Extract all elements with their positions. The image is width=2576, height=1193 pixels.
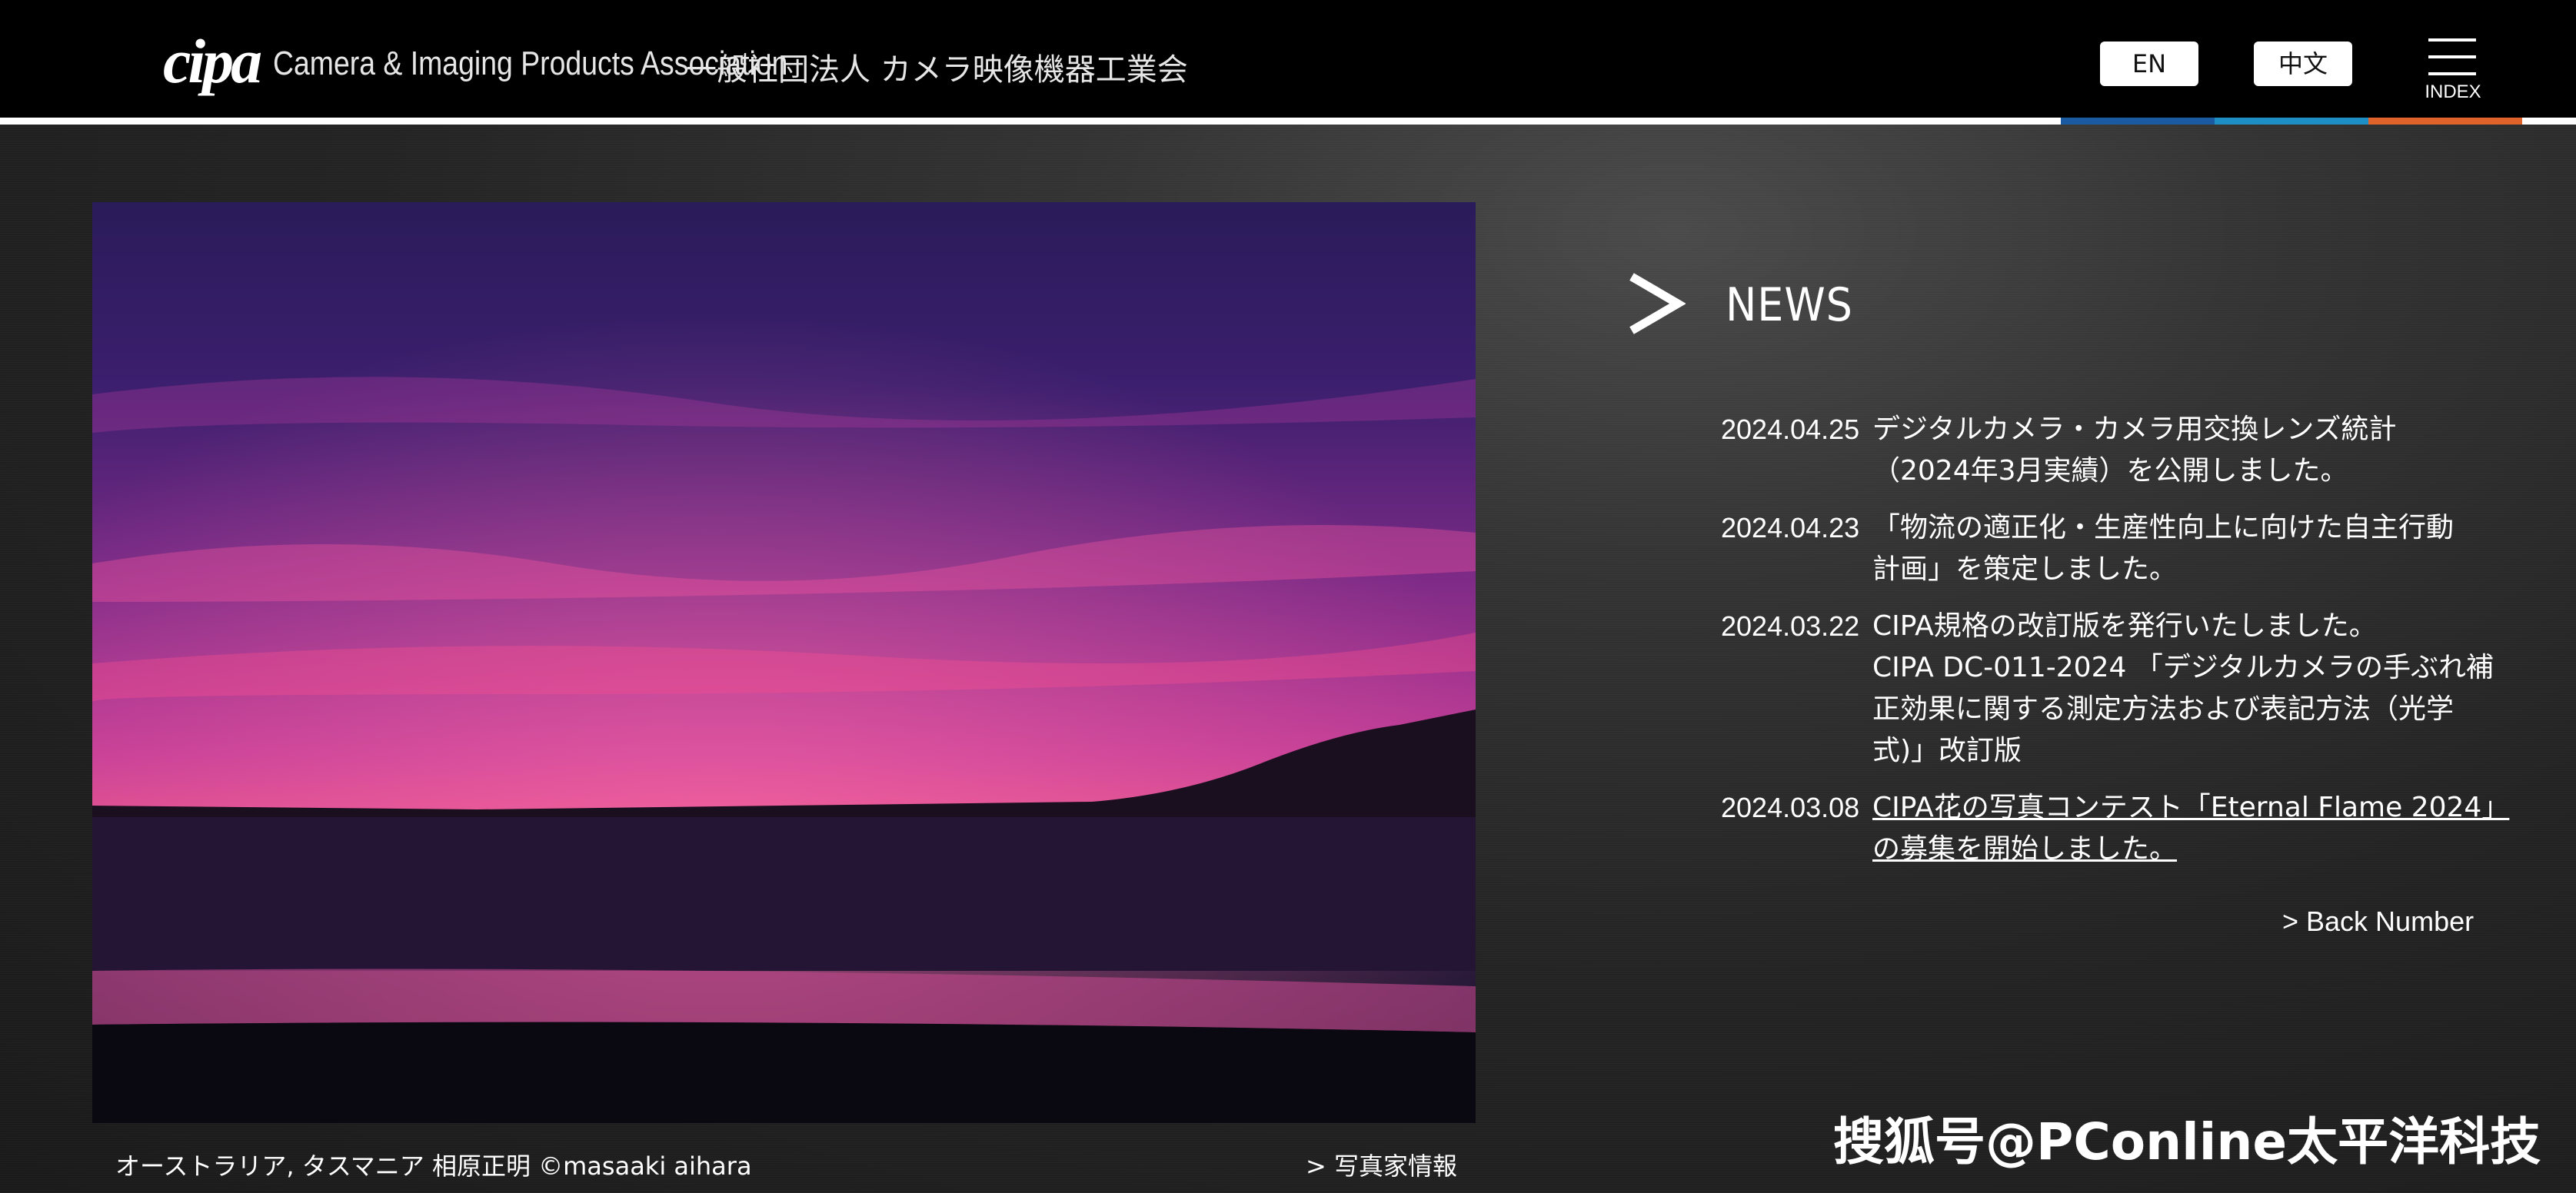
cipa-logo[interactable]: cipa xyxy=(163,23,262,100)
news-link[interactable]: CIPA花の写真コンテスト「Eternal Flame 2024」 の募集を開始… xyxy=(1872,787,2509,870)
news-text: 「物流の適正化・生産性向上に向けた自主行動 計画」を策定しました。 xyxy=(1872,507,2488,590)
site-header: cipa Camera & Imaging Products Associati… xyxy=(0,0,2576,119)
news-text: CIPA規格の改訂版を発行いたしました。 CIPA DC-011-2024 「デ… xyxy=(1872,606,2494,772)
lang-button-zh[interactable]: 中文 xyxy=(2254,42,2352,86)
news-date: 2024.03.22 xyxy=(1721,610,1860,642)
news-text-line: デジタルカメラ・カメラ用交換レンズ統計 xyxy=(1872,414,2397,445)
news-text-line: 計画」を策定しました。 xyxy=(1872,553,2178,585)
menu-label[interactable]: INDEX xyxy=(2422,81,2484,103)
news-date: 2024.04.23 xyxy=(1721,512,1860,543)
watermark-text: 搜狐号@PConline太平洋科技 xyxy=(1833,1112,2541,1171)
news-text-line: 正効果に関する測定方法および表記方法（光学 xyxy=(1872,693,2455,725)
back-number-link[interactable]: > Back Number xyxy=(2282,906,2474,938)
news-text: デジタルカメラ・カメラ用交換レンズ統計 （2024年3月実績）を公開しました。 xyxy=(1872,409,2488,492)
news-date: 2024.03.08 xyxy=(1721,792,1860,823)
accent-bar-blue xyxy=(2061,118,2215,125)
news-text-line: 式)」改訂版 xyxy=(1872,735,2022,766)
hero-photo xyxy=(92,202,1476,1123)
news-text-line[interactable]: CIPA花の写真コンテスト「Eternal Flame 2024」 xyxy=(1872,787,2509,829)
news-heading: NEWS xyxy=(1726,278,1853,332)
news-text-line: CIPA規格の改訂版を発行いたしました。 xyxy=(1872,610,2377,642)
accent-bar-cyan xyxy=(2215,118,2368,125)
news-date: 2024.04.25 xyxy=(1721,414,1860,445)
news-text-line: CIPA DC-011-2024 「デジタルカメラの手ぶれ補 xyxy=(1872,652,2494,683)
lang-button-en[interactable]: EN xyxy=(2100,42,2198,86)
accent-bar-orange xyxy=(2368,118,2522,125)
news-text-line: （2024年3月実績）を公開しました。 xyxy=(1872,455,2348,487)
news-text-line[interactable]: の募集を開始しました。 xyxy=(1872,829,2488,870)
news-text-line: 「物流の適正化・生産性向上に向けた自主行動 xyxy=(1872,512,2455,543)
photographer-info-link[interactable]: > 写真家情報 xyxy=(1306,1147,1457,1182)
hamburger-menu-icon[interactable] xyxy=(2428,38,2476,77)
chevron-right-icon xyxy=(1629,273,1686,334)
org-name-jp[interactable]: 一般社団法人 カメラ映像機器工業会 xyxy=(686,45,1188,89)
photo-caption: オーストラリア, タスマニア 相原正明 ©masaaki aihara xyxy=(115,1151,752,1181)
